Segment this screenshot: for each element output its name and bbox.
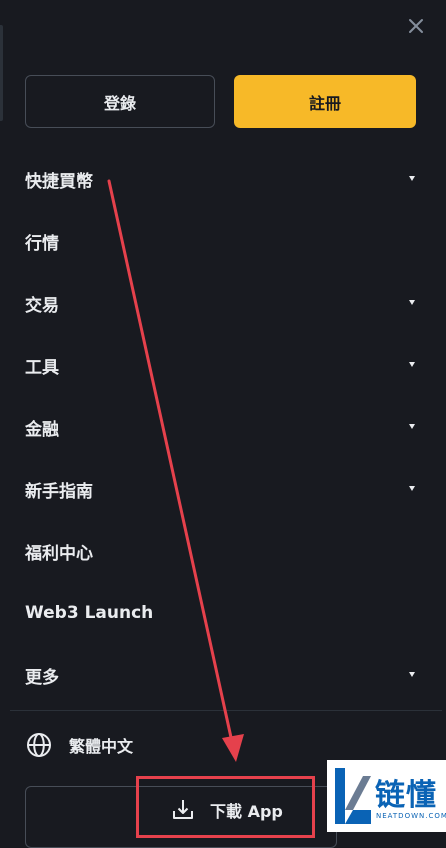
menu-item-label: Web3 Launch: [25, 603, 154, 623]
caret-down-icon: [409, 486, 415, 491]
auth-buttons: 登錄 註冊: [25, 75, 418, 128]
language-label: 繁體中文: [69, 737, 134, 756]
menu-item-label: 快捷買幣: [25, 171, 93, 192]
menu-item-finance[interactable]: 金融: [0, 396, 446, 458]
close-icon[interactable]: [405, 15, 427, 37]
nav-menu: 快捷買幣 行情 交易 工具 金融 新手指南 福利中心 Web3 Launch 更…: [0, 148, 446, 706]
caret-down-icon: [409, 176, 415, 181]
menu-item-quick-buy[interactable]: 快捷買幣: [0, 148, 446, 210]
caret-down-icon: [409, 362, 415, 367]
divider: [10, 710, 442, 711]
menu-item-trade[interactable]: 交易: [0, 272, 446, 334]
menu-item-label: 交易: [25, 295, 59, 316]
login-button[interactable]: 登錄: [25, 75, 215, 128]
caret-down-icon: [409, 300, 415, 305]
menu-item-markets[interactable]: 行情: [0, 210, 446, 272]
menu-item-label: 福利中心: [25, 543, 93, 564]
caret-down-icon: [409, 424, 415, 429]
menu-item-more[interactable]: 更多: [0, 644, 446, 706]
watermark-l-icon: [335, 768, 371, 824]
menu-item-web3-launch[interactable]: Web3 Launch: [0, 582, 446, 644]
annotation-highlight-box: [136, 776, 315, 838]
register-button[interactable]: 註冊: [234, 75, 416, 128]
watermark-logo: 链懂 NEATDOWN.COM: [327, 760, 446, 832]
menu-item-beginner-guide[interactable]: 新手指南: [0, 458, 446, 520]
menu-item-rewards-center[interactable]: 福利中心: [0, 520, 446, 582]
menu-item-tools[interactable]: 工具: [0, 334, 446, 396]
menu-item-label: 更多: [25, 667, 59, 688]
menu-item-label: 金融: [25, 419, 59, 440]
login-button-label: 登錄: [103, 93, 136, 113]
language-selector[interactable]: 繁體中文: [25, 727, 133, 763]
menu-item-label: 新手指南: [25, 481, 93, 502]
globe-icon: [25, 731, 53, 759]
watermark-text: 链懂: [375, 778, 437, 813]
menu-item-label: 行情: [25, 233, 59, 254]
edge-scroll-handle: [0, 25, 3, 121]
watermark-subtext: NEATDOWN.COM: [376, 812, 446, 820]
menu-item-label: 工具: [25, 357, 59, 378]
register-button-label: 註冊: [308, 93, 341, 113]
caret-down-icon: [409, 672, 415, 677]
